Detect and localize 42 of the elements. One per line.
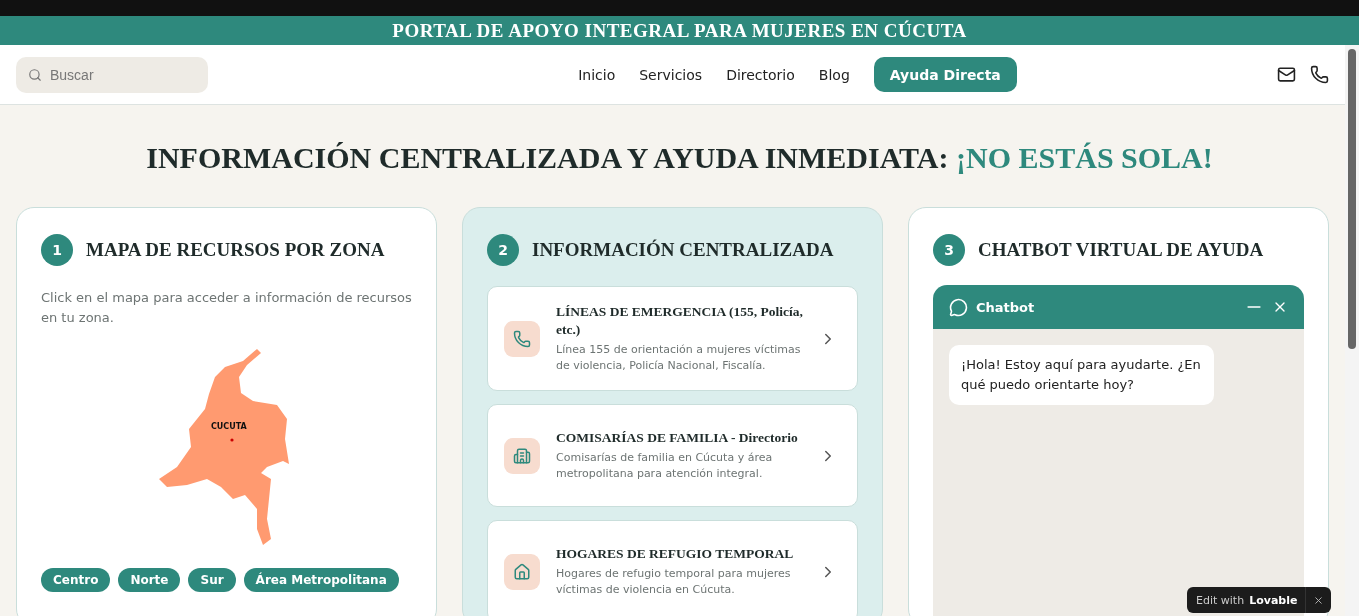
phone-icon [513, 329, 531, 348]
chat-message: ¡Hola! Estoy aquí para ayudarte. ¿En qué puedo orientarte hoy? [949, 345, 1214, 405]
item-title: HOGARES DE REFUGIO TEMPORAL [556, 545, 795, 563]
resource-item[interactable]: COMISARÍAS DE FAMILIA - Directorio Comisarías de familia en Cúcuta y área metropolitana para atención integral. [487, 404, 858, 507]
page-headline: INFORMACIÓN CENTRALIZADA Y AYUDA INMEDIATA: ¡NO ESTÁS SOLA! [145, 141, 1214, 175]
close-icon[interactable] [1313, 594, 1325, 606]
mail-icon[interactable] [1277, 65, 1296, 84]
nav-link[interactable]: Directorio [726, 66, 795, 83]
help-button[interactable]: Ayuda Directa [873, 57, 1017, 92]
zone-button[interactable]: Centro [41, 568, 111, 592]
card-title: INFORMACIÓN CENTRALIZADA [532, 239, 834, 261]
zone-button[interactable]: Área Metropolitana [243, 568, 399, 592]
nav-link[interactable]: Inicio [578, 66, 616, 83]
item-description: Hogares de refugio temporal para mujeres víctimas de violencia en Cúcuta. [556, 566, 792, 598]
chat-bubble-icon [949, 297, 968, 317]
item-description: Comisarías de familia en Cúcuta y área metropolitana para atención integral. [556, 450, 774, 482]
zone-button[interactable]: Norte [118, 568, 181, 592]
item-title: LÍNEAS DE EMERGENCIA (155, Policía, etc.) [556, 303, 803, 339]
item-title: COMISARÍAS DE FAMILIA - Directorio [556, 429, 799, 447]
resource-item[interactable]: HOGARES DE REFUGIO TEMPORAL Hogares de refugio temporal para mujeres víctimas de violencia en Cúcuta. [487, 520, 858, 616]
search-icon [28, 67, 42, 82]
card-title: MAPA DE RECURSOS POR ZONA [86, 239, 385, 261]
zone-button[interactable]: Sur [188, 568, 236, 592]
nav-link[interactable]: Servicios [639, 66, 703, 83]
badge-label: Edit with Lovable [1195, 593, 1299, 607]
nav-link[interactable]: Blog [818, 66, 850, 83]
edit-badge[interactable]: Edit with Lovable [1187, 587, 1332, 613]
map-description: Click en el mapa para acceder a información de recursos en tu zona. [41, 289, 412, 327]
card-title: CHATBOT VIRTUAL DE AYUDA [978, 239, 1264, 261]
scrollbar[interactable] [1345, 45, 1359, 616]
step-number: 1 [41, 234, 73, 266]
step-number: 3 [933, 234, 965, 266]
map-label: CUCUTA [211, 422, 247, 431]
chat-title: Chatbot [976, 299, 1036, 315]
building-icon [513, 446, 531, 465]
resource-item[interactable]: LÍNEAS DE EMERGENCIA (155, Policía, etc.) Línea 155 de orientación a mujeres víctimas de violencia, Policía Nacional, Fiscalía. [487, 286, 858, 391]
phone-icon[interactable] [1310, 65, 1329, 84]
item-description: Línea 155 de orientación a mujeres víctimas de violencia, Policía Nacional, Fiscalía. [556, 342, 802, 374]
search-field[interactable]: Buscar [16, 56, 208, 93]
house-icon [513, 562, 531, 581]
banner-title: PORTAL DE APOYO INTEGRAL PARA MUJERES EN CÚCUTA [392, 19, 967, 42]
step-number: 2 [487, 234, 519, 266]
